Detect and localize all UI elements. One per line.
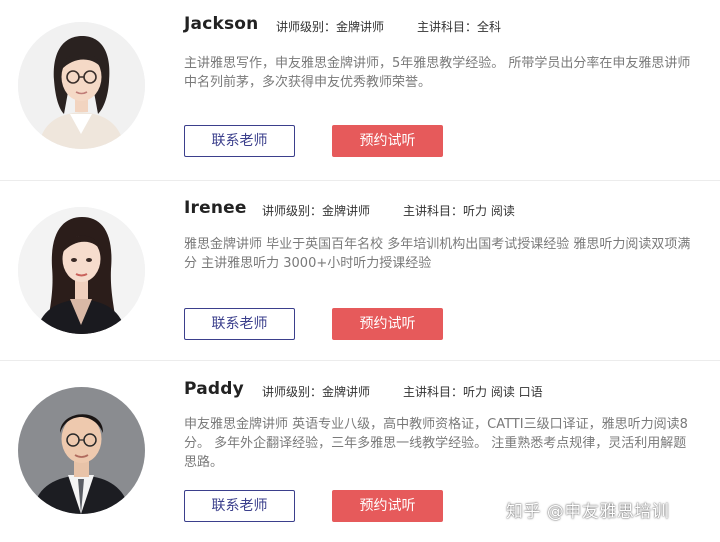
teacher-level: 讲师级别：金牌讲师 xyxy=(276,20,385,34)
teacher-avatar xyxy=(18,387,145,514)
teacher-card: Jackson 讲师级别：金牌讲师 主讲科目：全科 主讲雅思写作，申友雅思金牌讲… xyxy=(0,0,720,182)
book-trial-button[interactable]: 预约试听 xyxy=(332,490,443,522)
contact-teacher-button[interactable]: 联系老师 xyxy=(184,125,295,157)
teacher-name: Paddy xyxy=(184,379,244,399)
teacher-subject: 主讲科目：听力 阅读 口语 xyxy=(403,385,543,399)
teacher-description: 申友雅思金牌讲师 英语专业八级，高中教师资格证，CATTI三级口译证，雅思听力阅… xyxy=(184,417,688,470)
teacher-description: 主讲雅思写作，申友雅思金牌讲师，5年雅思教学经验。 所带学员出分率在申友雅思讲师… xyxy=(184,56,691,90)
teacher-name: Jackson xyxy=(184,14,259,34)
teacher-avatar xyxy=(18,207,145,334)
teacher-level: 讲师级别：金牌讲师 xyxy=(262,204,371,218)
teacher-name: Irenee xyxy=(184,198,247,218)
teacher-subject: 主讲科目：全科 xyxy=(417,20,502,34)
book-trial-button[interactable]: 预约试听 xyxy=(332,125,443,157)
contact-teacher-button[interactable]: 联系老师 xyxy=(184,490,295,522)
teacher-avatar xyxy=(18,22,145,149)
teacher-description: 雅思金牌讲师 毕业于英国百年名校 多年培训机构出国考试授课经验 雅思听力阅读双项… xyxy=(184,237,691,271)
zhihu-watermark: 知乎 @申友雅思培训 xyxy=(506,502,670,522)
contact-teacher-button[interactable]: 联系老师 xyxy=(184,308,295,340)
teacher-card: Irenee 讲师级别：金牌讲师 主讲科目：听力 阅读 雅思金牌讲师 毕业于英国… xyxy=(0,180,720,363)
book-trial-button[interactable]: 预约试听 xyxy=(332,308,443,340)
teacher-subject: 主讲科目：听力 阅读 xyxy=(403,204,515,218)
teacher-level: 讲师级别：金牌讲师 xyxy=(262,385,371,399)
